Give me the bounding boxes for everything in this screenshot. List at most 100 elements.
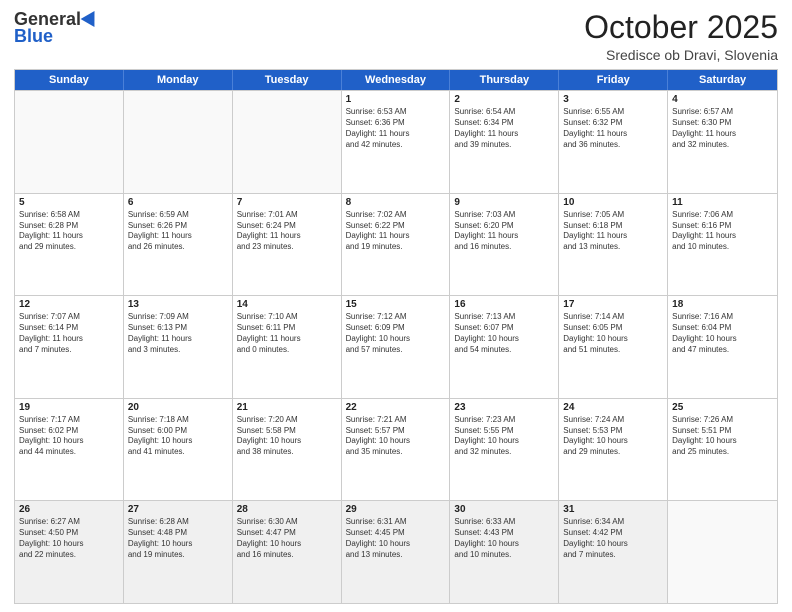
- day-number: 26: [19, 504, 119, 515]
- calendar-header: Sunday Monday Tuesday Wednesday Thursday…: [15, 70, 777, 90]
- logo: General Blue: [14, 10, 99, 47]
- calendar-cell: 26Sunrise: 6:27 AMSunset: 4:50 PMDayligh…: [15, 501, 124, 603]
- cell-info: Sunrise: 7:07 AMSunset: 6:14 PMDaylight:…: [19, 312, 119, 355]
- day-number: 7: [237, 197, 337, 208]
- cell-info: Sunrise: 7:23 AMSunset: 5:55 PMDaylight:…: [454, 415, 554, 458]
- cell-info: Sunrise: 6:55 AMSunset: 6:32 PMDaylight:…: [563, 107, 663, 150]
- calendar: Sunday Monday Tuesday Wednesday Thursday…: [14, 69, 778, 604]
- calendar-cell: 7 Sunrise: 7:01 AMSunset: 6:24 PMDaylight…: [233, 194, 342, 296]
- calendar-cell: 1Sunrise: 6:53 AMSunset: 6:36 PMDaylight…: [342, 91, 451, 193]
- calendar-cell: 8Sunrise: 7:02 AMSunset: 6:22 PMDaylight…: [342, 194, 451, 296]
- cell-info: Sunrise: 7:03 AMSunset: 6:20 PMDaylight:…: [454, 210, 554, 253]
- calendar-cell: 12 Sunrise: 7:07 AMSunset: 6:14 PMDayligh…: [15, 296, 124, 398]
- day-number: 16: [454, 299, 554, 310]
- cell-info: Sunrise: 7:14 AMSunset: 6:05 PMDaylight:…: [563, 312, 663, 355]
- day-number: 30: [454, 504, 554, 515]
- calendar-cell: 20 Sunrise: 7:18 AMSunset: 6:00 PMDayligh…: [124, 399, 233, 501]
- logo-blue: Blue: [14, 26, 53, 47]
- calendar-cell: 11 Sunrise: 7:06 AMSunset: 6:16 PMDayligh…: [668, 194, 777, 296]
- calendar-cell: 5 Sunrise: 6:58 AMSunset: 6:28 PMDaylight…: [15, 194, 124, 296]
- calendar-cell: 17 Sunrise: 7:14 AMSunset: 6:05 PMDayligh…: [559, 296, 668, 398]
- cell-info: Sunrise: 7:13 AMSunset: 6:07 PMDaylight:…: [454, 312, 554, 355]
- day-number: 1: [346, 94, 446, 105]
- day-number: 20: [128, 402, 228, 413]
- header-saturday: Saturday: [668, 70, 777, 90]
- day-number: 25: [672, 402, 773, 413]
- calendar-row-5: 26Sunrise: 6:27 AMSunset: 4:50 PMDayligh…: [15, 500, 777, 603]
- calendar-cell: 9 Sunrise: 7:03 AMSunset: 6:20 PMDaylight…: [450, 194, 559, 296]
- cell-info: Sunrise: 7:17 AMSunset: 6:02 PMDaylight:…: [19, 415, 119, 458]
- header-thursday: Thursday: [450, 70, 559, 90]
- calendar-cell: 10 Sunrise: 7:05 AMSunset: 6:18 PMDayligh…: [559, 194, 668, 296]
- day-number: 15: [346, 299, 446, 310]
- calendar-cell: [233, 91, 342, 193]
- cell-info: Sunrise: 6:59 AMSunset: 6:26 PMDaylight:…: [128, 210, 228, 253]
- day-number: 2: [454, 94, 554, 105]
- day-number: 10: [563, 197, 663, 208]
- day-number: 23: [454, 402, 554, 413]
- calendar-cell: 2Sunrise: 6:54 AMSunset: 6:34 PMDaylight…: [450, 91, 559, 193]
- day-number: 17: [563, 299, 663, 310]
- day-number: 4: [672, 94, 773, 105]
- day-number: 11: [672, 197, 773, 208]
- header-sunday: Sunday: [15, 70, 124, 90]
- day-number: 18: [672, 299, 773, 310]
- calendar-cell: 18 Sunrise: 7:16 AMSunset: 6:04 PMDayligh…: [668, 296, 777, 398]
- calendar-cell: 31 Sunrise: 6:34 AMSunset: 4:42 PMDayligh…: [559, 501, 668, 603]
- header-wednesday: Wednesday: [342, 70, 451, 90]
- cell-info: Sunrise: 6:57 AMSunset: 6:30 PMDaylight:…: [672, 107, 773, 150]
- cell-info: Sunrise: 7:16 AMSunset: 6:04 PMDaylight:…: [672, 312, 773, 355]
- day-number: 31: [563, 504, 663, 515]
- location-title: Sredisce ob Dravi, Slovenia: [584, 47, 778, 63]
- day-number: 21: [237, 402, 337, 413]
- day-number: 22: [346, 402, 446, 413]
- calendar-cell: 23 Sunrise: 7:23 AMSunset: 5:55 PMDayligh…: [450, 399, 559, 501]
- header: General Blue October 2025 Sredisce ob Dr…: [14, 10, 778, 63]
- day-number: 19: [19, 402, 119, 413]
- calendar-cell: 24Sunrise: 7:24 AMSunset: 5:53 PMDayligh…: [559, 399, 668, 501]
- cell-info: Sunrise: 6:34 AMSunset: 4:42 PMDaylight:…: [563, 517, 663, 560]
- calendar-cell: 30 Sunrise: 6:33 AMSunset: 4:43 PMDayligh…: [450, 501, 559, 603]
- cell-info: Sunrise: 6:31 AMSunset: 4:45 PMDaylight:…: [346, 517, 446, 560]
- cell-info: Sunrise: 6:58 AMSunset: 6:28 PMDaylight:…: [19, 210, 119, 253]
- calendar-cell: 25Sunrise: 7:26 AMSunset: 5:51 PMDayligh…: [668, 399, 777, 501]
- cell-info: Sunrise: 6:33 AMSunset: 4:43 PMDaylight:…: [454, 517, 554, 560]
- month-title: October 2025: [584, 10, 778, 45]
- cell-info: Sunrise: 7:06 AMSunset: 6:16 PMDaylight:…: [672, 210, 773, 253]
- calendar-cell: [668, 501, 777, 603]
- calendar-cell: 4 Sunrise: 6:57 AMSunset: 6:30 PMDaylight…: [668, 91, 777, 193]
- day-number: 5: [19, 197, 119, 208]
- day-number: 29: [346, 504, 446, 515]
- calendar-cell: 22 Sunrise: 7:21 AMSunset: 5:57 PMDayligh…: [342, 399, 451, 501]
- day-number: 9: [454, 197, 554, 208]
- cell-info: Sunrise: 7:21 AMSunset: 5:57 PMDaylight:…: [346, 415, 446, 458]
- day-number: 27: [128, 504, 228, 515]
- day-number: 13: [128, 299, 228, 310]
- cell-info: Sunrise: 7:10 AMSunset: 6:11 PMDaylight:…: [237, 312, 337, 355]
- day-number: 6: [128, 197, 228, 208]
- cell-info: Sunrise: 6:30 AMSunset: 4:47 PMDaylight:…: [237, 517, 337, 560]
- calendar-row-3: 12 Sunrise: 7:07 AMSunset: 6:14 PMDayligh…: [15, 295, 777, 398]
- day-number: 3: [563, 94, 663, 105]
- calendar-cell: 16 Sunrise: 7:13 AMSunset: 6:07 PMDayligh…: [450, 296, 559, 398]
- calendar-cell: 13 Sunrise: 7:09 AMSunset: 6:13 PMDayligh…: [124, 296, 233, 398]
- title-block: October 2025 Sredisce ob Dravi, Slovenia: [584, 10, 778, 63]
- cell-info: Sunrise: 7:01 AMSunset: 6:24 PMDaylight:…: [237, 210, 337, 253]
- calendar-cell: 27Sunrise: 6:28 AMSunset: 4:48 PMDayligh…: [124, 501, 233, 603]
- cell-info: Sunrise: 7:05 AMSunset: 6:18 PMDaylight:…: [563, 210, 663, 253]
- cell-info: Sunrise: 7:18 AMSunset: 6:00 PMDaylight:…: [128, 415, 228, 458]
- header-friday: Friday: [559, 70, 668, 90]
- day-number: 12: [19, 299, 119, 310]
- calendar-cell: 6 Sunrise: 6:59 AMSunset: 6:26 PMDaylight…: [124, 194, 233, 296]
- calendar-cell: 28Sunrise: 6:30 AMSunset: 4:47 PMDayligh…: [233, 501, 342, 603]
- calendar-row-2: 5 Sunrise: 6:58 AMSunset: 6:28 PMDaylight…: [15, 193, 777, 296]
- calendar-row-1: 1Sunrise: 6:53 AMSunset: 6:36 PMDaylight…: [15, 90, 777, 193]
- day-number: 8: [346, 197, 446, 208]
- calendar-cell: 3 Sunrise: 6:55 AMSunset: 6:32 PMDaylight…: [559, 91, 668, 193]
- calendar-cell: 15Sunrise: 7:12 AMSunset: 6:09 PMDayligh…: [342, 296, 451, 398]
- calendar-cell: 29 Sunrise: 6:31 AMSunset: 4:45 PMDayligh…: [342, 501, 451, 603]
- cell-info: Sunrise: 7:24 AMSunset: 5:53 PMDaylight:…: [563, 415, 663, 458]
- logo-triangle-icon: [81, 7, 102, 27]
- cell-info: Sunrise: 7:09 AMSunset: 6:13 PMDaylight:…: [128, 312, 228, 355]
- calendar-cell: [15, 91, 124, 193]
